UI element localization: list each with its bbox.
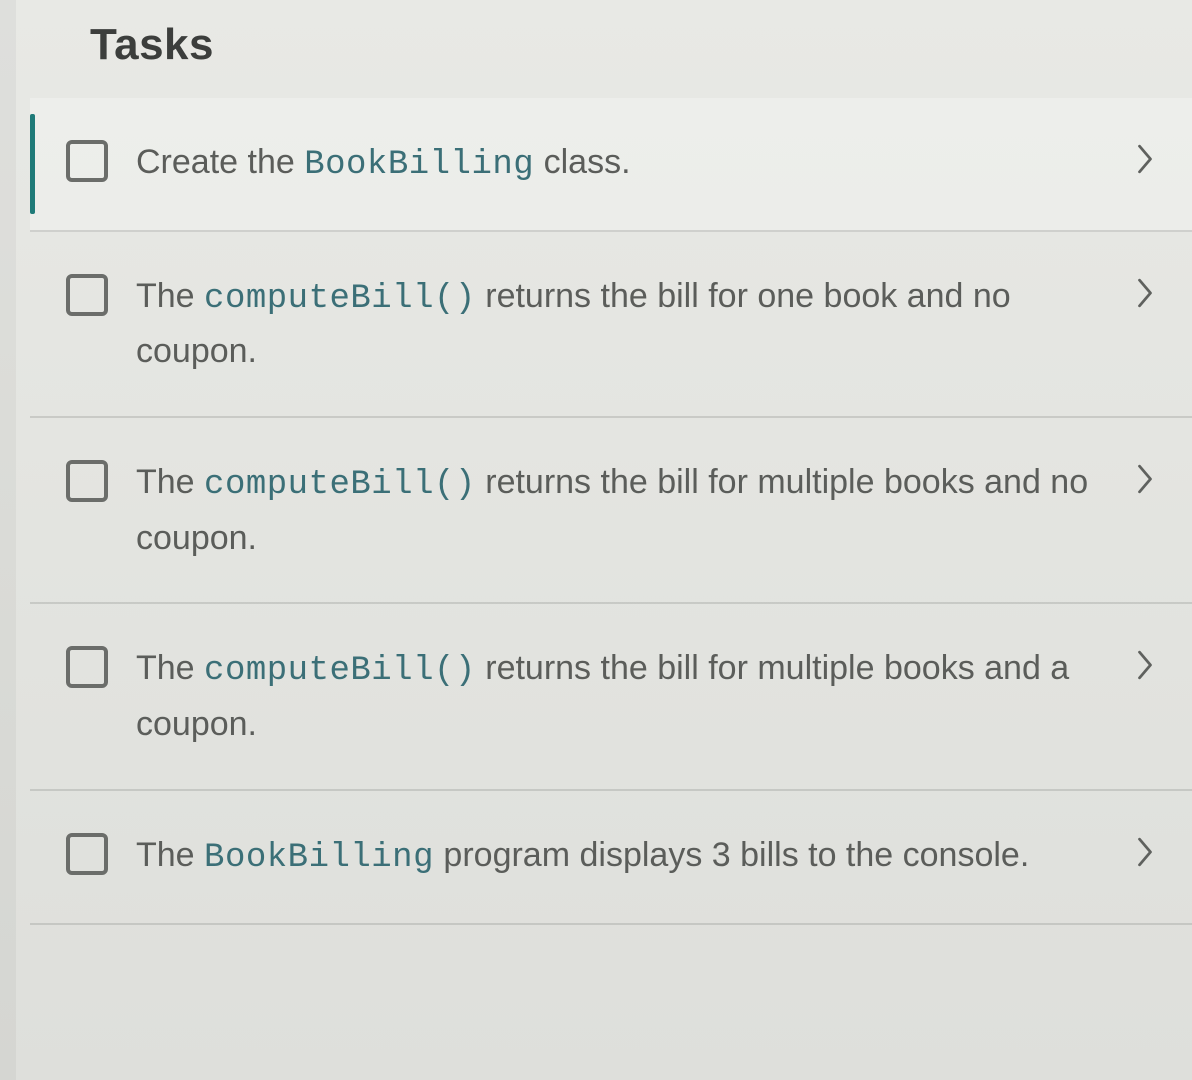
chevron-right-icon[interactable]: [1128, 835, 1162, 869]
task-row[interactable]: The computeBill() returns the bill for m…: [30, 604, 1192, 790]
task-checkbox[interactable]: [66, 460, 108, 502]
tasks-panel: Tasks Create the BookBilling class. The c…: [0, 0, 1192, 1080]
task-checkbox[interactable]: [66, 646, 108, 688]
chevron-right-icon[interactable]: [1128, 462, 1162, 496]
task-label: The BookBilling program displays 3 bills…: [136, 829, 1100, 885]
task-label: The computeBill() returns the bill for o…: [136, 270, 1100, 378]
task-label: Create the BookBilling class.: [136, 136, 1100, 192]
task-checkbox[interactable]: [66, 274, 108, 316]
task-label: The computeBill() returns the bill for m…: [136, 642, 1100, 750]
task-checkbox[interactable]: [66, 140, 108, 182]
task-row[interactable]: The computeBill() returns the bill for m…: [30, 418, 1192, 604]
chevron-right-icon[interactable]: [1128, 142, 1162, 176]
chevron-right-icon[interactable]: [1128, 648, 1162, 682]
tasks-heading: Tasks: [30, 0, 1192, 98]
task-list: Create the BookBilling class. The compute…: [30, 98, 1192, 925]
task-row[interactable]: The BookBilling program displays 3 bills…: [30, 791, 1192, 925]
task-row[interactable]: The computeBill() returns the bill for o…: [30, 232, 1192, 418]
task-row[interactable]: Create the BookBilling class.: [30, 98, 1192, 232]
chevron-right-icon[interactable]: [1128, 276, 1162, 310]
task-label: The computeBill() returns the bill for m…: [136, 456, 1100, 564]
task-checkbox[interactable]: [66, 833, 108, 875]
